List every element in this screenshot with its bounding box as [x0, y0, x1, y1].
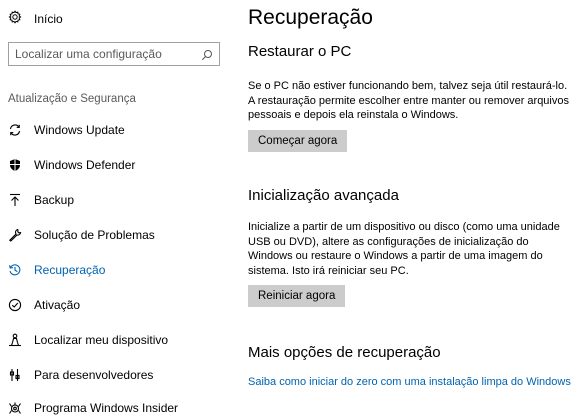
- sidebar-item-label: Recuperação: [34, 263, 106, 277]
- home-link[interactable]: Início: [8, 9, 63, 29]
- sidebar-item-label: Ativação: [34, 298, 81, 312]
- sidebar-item-find-device[interactable]: Localizar meu dispositivo: [8, 329, 168, 351]
- sidebar-item-recovery[interactable]: Recuperação: [8, 259, 105, 281]
- restart-now-button[interactable]: Reiniciar agora: [248, 285, 346, 307]
- section-label: Atualização e Segurança: [8, 93, 136, 105]
- search-icon[interactable]: [201, 48, 213, 61]
- search-box: [8, 42, 220, 66]
- wrench-icon: [8, 228, 22, 242]
- sidebar-item-label: Backup: [34, 193, 75, 207]
- sidebar-item-label: Windows Defender: [34, 158, 136, 172]
- sidebar-item-activation[interactable]: Ativação: [8, 294, 80, 316]
- sidebar-item-label: Localizar meu dispositivo: [34, 333, 169, 347]
- sidebar-item-label: Programa Windows Insider: [34, 401, 179, 415]
- sidebar-item-developers[interactable]: Para desenvolvedores: [8, 364, 153, 386]
- history-icon: [8, 263, 22, 277]
- refresh-icon: [8, 123, 22, 137]
- gear-icon: [8, 9, 22, 29]
- developer-tools-icon: [8, 368, 22, 382]
- sidebar-item-windows-update[interactable]: Windows Update: [8, 119, 125, 141]
- reset-heading: Restaurar o PC: [248, 43, 352, 60]
- sidebar-item-label: Windows Update: [34, 123, 125, 137]
- clean-install-link[interactable]: Saiba como iniciar do zero com uma insta…: [248, 376, 571, 388]
- shield-icon: [8, 158, 22, 172]
- check-circle-icon: [8, 298, 22, 312]
- sidebar: Início Atualização e Segurança Windows U…: [0, 0, 232, 417]
- advanced-startup-description: Inicialize a partir de um dispositivo ou…: [248, 221, 560, 277]
- sidebar-item-insider[interactable]: Programa Windows Insider: [8, 397, 178, 417]
- sidebar-item-windows-defender[interactable]: Windows Defender: [8, 154, 135, 176]
- reset-description: Se o PC não estiver funcionando bem, tal…: [248, 80, 569, 121]
- sidebar-item-troubleshoot[interactable]: Solução de Problemas: [8, 224, 155, 246]
- home-label: Início: [34, 12, 63, 26]
- advanced-startup-heading: Inicialização avançada: [248, 187, 399, 204]
- sidebar-item-backup[interactable]: Backup: [8, 189, 74, 211]
- person-location-icon: [8, 333, 22, 347]
- start-reset-button[interactable]: Começar agora: [248, 130, 348, 152]
- sidebar-item-label: Solução de Problemas: [34, 228, 155, 242]
- backup-arrow-icon: [8, 193, 22, 207]
- more-options-heading: Mais opções de recuperação: [248, 344, 441, 361]
- search-input[interactable]: [9, 47, 193, 61]
- sidebar-item-label: Para desenvolvedores: [34, 368, 154, 382]
- page-title: Recuperação: [248, 6, 373, 29]
- insider-icon: [8, 401, 22, 415]
